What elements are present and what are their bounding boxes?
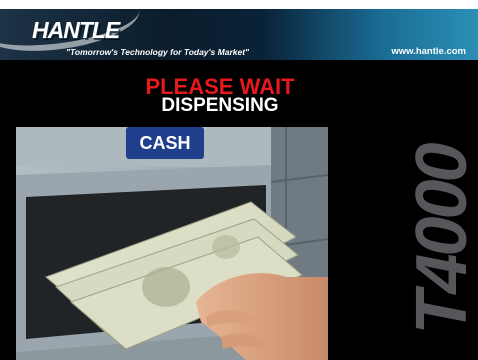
top-border [0, 0, 478, 9]
atm-cash-dispensing-photo: CASH [16, 127, 328, 360]
model-number: T4000 [392, 140, 478, 340]
website-url: www.hantle.com [391, 46, 466, 57]
header-banner: HANTLE "Tomorrow's Technology for Today'… [0, 9, 478, 60]
brand-logo: HANTLE [32, 17, 120, 43]
status-secondary: DISPENSING [161, 95, 279, 116]
model-number-text: T4000 [402, 145, 478, 335]
brand-tagline: "Tomorrow's Technology for Today's Marke… [66, 47, 250, 57]
cash-slot-label: CASH [139, 133, 190, 153]
